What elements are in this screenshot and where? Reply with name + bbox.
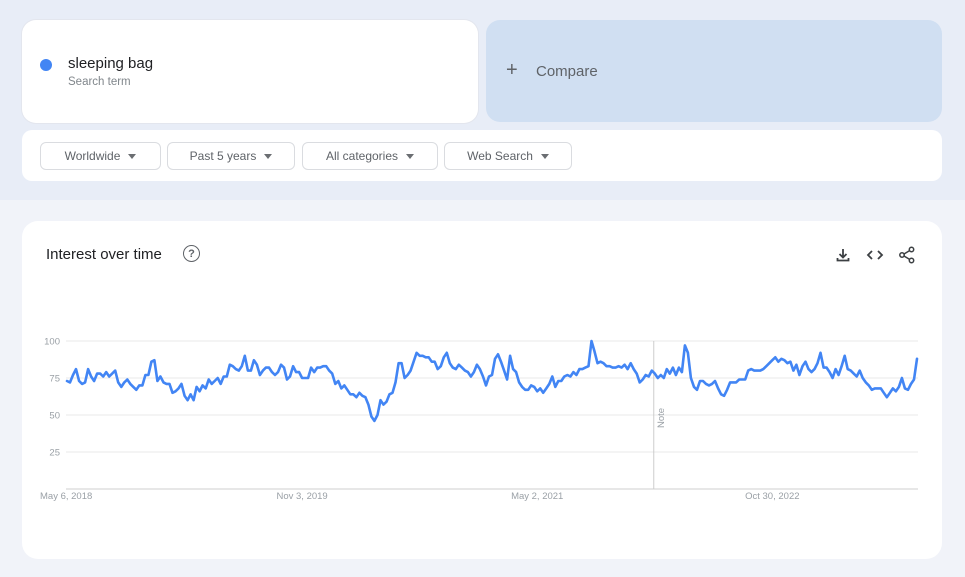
x-tick-label: Nov 3, 2019 <box>276 491 327 502</box>
y-tick-label: 75 <box>49 374 60 385</box>
y-tick-label: 100 <box>44 337 60 348</box>
chart-annotation: Note <box>653 341 667 489</box>
x-tick-label: Oct 30, 2022 <box>745 491 799 502</box>
interest-chart: 25 50 75 100 May 6, 2018 Nov 3, 2019 May 2, 2… <box>40 337 919 502</box>
y-tick-label: 50 <box>49 411 60 422</box>
x-tick-label: May 6, 2018 <box>40 491 92 502</box>
x-tick-label: May 2, 2021 <box>511 491 563 502</box>
y-axis-ticks: 25 50 75 100 <box>44 337 60 459</box>
chart-series <box>65 339 919 423</box>
x-axis-ticks: May 6, 2018 Nov 3, 2019 May 2, 2021 Oct 30,… <box>40 491 800 502</box>
series-line-sleeping-bag <box>65 339 919 423</box>
y-tick-label: 25 <box>49 448 60 459</box>
note-label: Note <box>656 408 667 428</box>
